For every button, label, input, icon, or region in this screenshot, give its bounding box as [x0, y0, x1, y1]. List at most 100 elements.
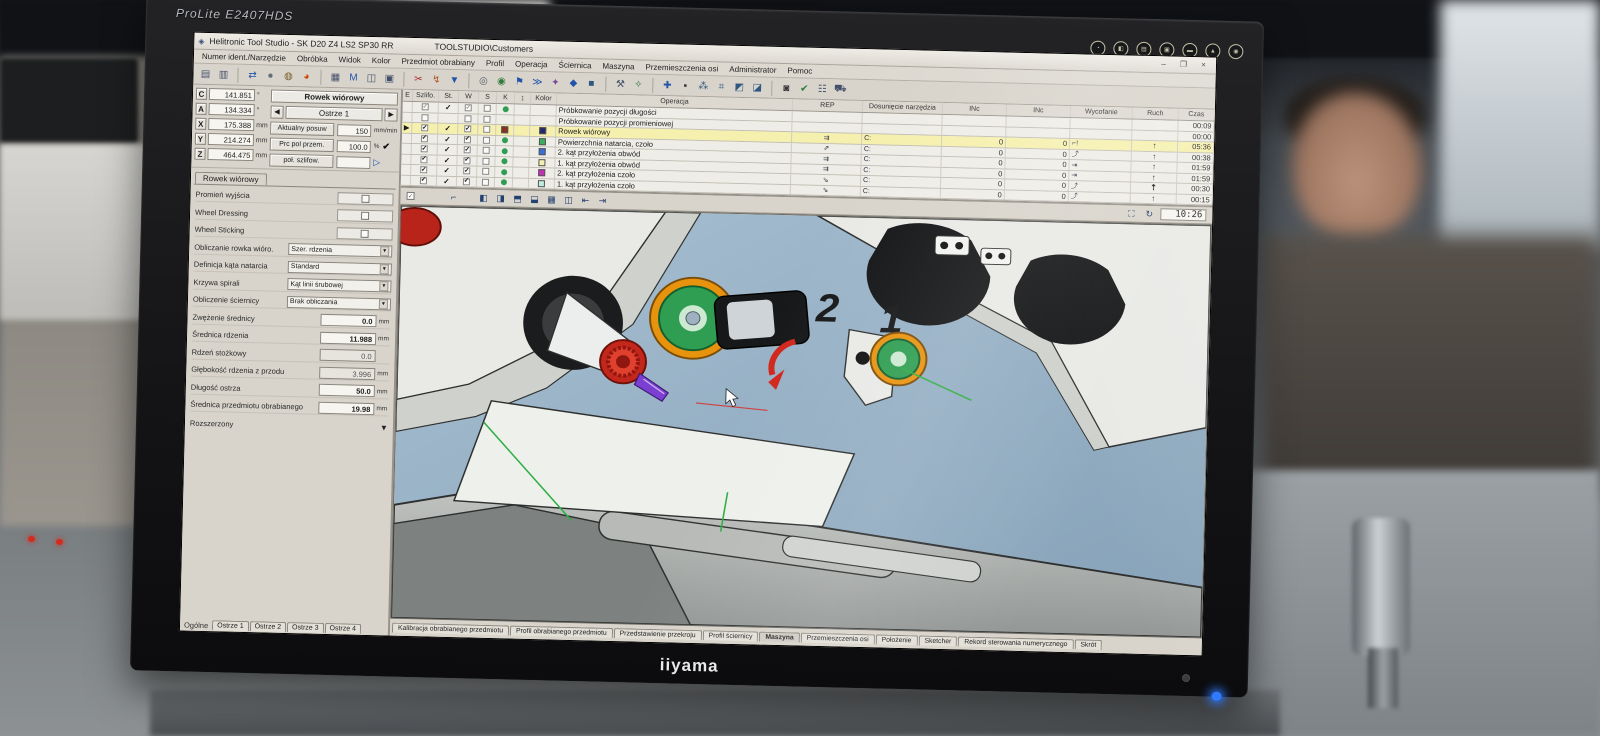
list-icon[interactable]: ☷: [814, 81, 830, 97]
st-check[interactable]: ✓: [444, 124, 451, 133]
machine-icon[interactable]: ⛟: [832, 81, 848, 97]
st-check[interactable]: ✓: [444, 145, 451, 154]
tab-ostrze-2[interactable]: Ostrze 2: [250, 621, 287, 632]
axis-c-value[interactable]: 141.851: [209, 88, 255, 101]
target-icon[interactable]: ◉: [493, 73, 509, 89]
s-checkbox[interactable]: [483, 147, 490, 154]
menu-widok[interactable]: Widok: [339, 55, 361, 65]
chevron-down-icon[interactable]: ▾: [379, 281, 388, 291]
chevron-down-icon[interactable]: ▾: [380, 264, 389, 274]
s-checkbox[interactable]: [483, 126, 490, 133]
wheel-sticking-checkbox[interactable]: [361, 229, 369, 237]
save-icon[interactable]: ▣: [381, 70, 397, 86]
szlifo-checkbox[interactable]: ✓: [421, 145, 428, 152]
inc1-value[interactable]: 0: [941, 167, 1005, 178]
view-split-icon[interactable]: ◫: [561, 193, 575, 206]
axis-y-value[interactable]: 214.274: [208, 133, 254, 146]
menu-pomoc[interactable]: Pomoc: [787, 66, 812, 76]
menu-przemieszczenia[interactable]: Przemieszczenia osi: [645, 63, 718, 74]
check-icon[interactable]: ✔: [796, 80, 812, 96]
operation-color-swatch[interactable]: [538, 180, 545, 187]
refresh-icon[interactable]: ↻: [1142, 207, 1156, 220]
s-checkbox[interactable]: [483, 136, 490, 143]
w-checkbox[interactable]: ✓: [464, 146, 471, 153]
promien-wyjscia-checkbox[interactable]: [361, 194, 369, 202]
current-feed-button[interactable]: Aktualny posuw: [270, 122, 334, 137]
st-check[interactable]: ✓: [445, 103, 452, 112]
w-checkbox[interactable]: ✓: [463, 157, 470, 164]
inc2-value[interactable]: 0: [1006, 148, 1070, 159]
col-k[interactable]: K: [497, 92, 515, 103]
operation-color-swatch[interactable]: [538, 169, 545, 176]
col-e[interactable]: E: [403, 90, 413, 101]
st-check[interactable]: ✓: [444, 156, 451, 165]
print-icon[interactable]: ▦: [327, 69, 343, 85]
axis-z-button[interactable]: Z: [194, 148, 205, 160]
szlifo-checkbox[interactable]: [421, 114, 428, 121]
inc2-value[interactable]: 0: [1005, 179, 1069, 190]
tab-ostrze-1[interactable]: Ostrze 1: [212, 620, 249, 631]
fastforward-icon[interactable]: ≫: [529, 74, 545, 90]
menu-maszyna[interactable]: Maszyna: [602, 62, 634, 72]
operation-color-swatch[interactable]: [538, 159, 545, 166]
s-checkbox[interactable]: [483, 115, 490, 122]
edge-next-button[interactable]: ▶: [384, 108, 397, 121]
spark-icon[interactable]: ↯: [428, 71, 444, 87]
axis-z-value[interactable]: 464.475: [207, 148, 253, 161]
s-checkbox[interactable]: [482, 157, 489, 164]
database-icon[interactable]: ◍: [280, 68, 296, 84]
col-w[interactable]: W: [459, 91, 479, 102]
compass-icon[interactable]: ✧: [630, 76, 646, 92]
open-file-icon[interactable]: ▥: [215, 66, 231, 82]
view-top-icon[interactable]: ⬒: [510, 192, 524, 205]
menu-operacja[interactable]: Operacja: [515, 59, 548, 69]
corner-a-icon[interactable]: ◩: [731, 79, 747, 95]
srednica-przedmiotu-input[interactable]: 19.98: [318, 401, 374, 414]
feed-value-field[interactable]: 150: [337, 124, 371, 137]
krzywa-spirali-select[interactable]: Kąt linii śrubowej▾: [287, 278, 391, 293]
w-checkbox[interactable]: ✓: [464, 136, 471, 143]
chevron-down-icon[interactable]: ▾: [380, 246, 389, 256]
menu-sciernica[interactable]: Ściernica: [558, 61, 591, 71]
inc2-value[interactable]: [1006, 116, 1070, 127]
close-button[interactable]: ×: [1197, 60, 1210, 71]
view-bottom-icon[interactable]: ⬓: [527, 192, 541, 205]
sphere-icon[interactable]: ●: [262, 67, 278, 83]
szlifo-checkbox[interactable]: ✓: [421, 135, 428, 142]
inc1-value[interactable]: 0: [941, 157, 1005, 168]
szlifo-checkbox[interactable]: ✓: [420, 177, 427, 184]
osd-button-7[interactable]: ◉: [1228, 44, 1243, 59]
inc1-value[interactable]: [942, 125, 1006, 136]
inc2-value[interactable]: [1006, 127, 1070, 138]
grind-position-field[interactable]: [336, 156, 370, 169]
chevron-down-icon[interactable]: ▾: [379, 299, 388, 309]
w-checkbox[interactable]: ✓: [464, 125, 471, 132]
szlifo-checkbox[interactable]: ✓: [420, 156, 427, 163]
cut-icon[interactable]: ✂: [410, 71, 426, 87]
col-wycofanie[interactable]: Wycofanie: [1071, 106, 1133, 119]
col-kolor[interactable]: Kolor: [531, 93, 557, 105]
col-szlifo[interactable]: Szlifo.: [413, 90, 439, 102]
w-checkbox[interactable]: ✓: [465, 105, 472, 112]
fit-extent-icon[interactable]: ⇥: [595, 194, 609, 207]
menu-kolor[interactable]: Kolor: [372, 56, 391, 65]
measure-icon[interactable]: M: [345, 69, 361, 85]
col-rep[interactable]: REP: [793, 99, 863, 112]
inc2-value[interactable]: 0: [1006, 137, 1070, 148]
menu-obrobka[interactable]: Obróbka: [297, 54, 328, 64]
szlifo-checkbox[interactable]: ✓: [421, 124, 428, 131]
inc2-value[interactable]: 0: [1005, 169, 1069, 180]
w-checkbox[interactable]: ✓: [463, 178, 470, 185]
w-checkbox[interactable]: ✓: [463, 167, 470, 174]
tab-skrot[interactable]: Skrót: [1074, 639, 1102, 650]
block-icon[interactable]: ■: [583, 75, 599, 91]
axis-a-button[interactable]: A: [196, 103, 207, 115]
s-checkbox[interactable]: [484, 105, 491, 112]
operation-color-swatch[interactable]: [539, 148, 546, 155]
srednica-rdzenia-input[interactable]: 11.988: [320, 331, 376, 344]
inc1-value[interactable]: 0: [942, 136, 1006, 147]
szlifo-checkbox[interactable]: ✓: [420, 166, 427, 173]
tools-icon[interactable]: ⚒: [612, 76, 628, 92]
st-check[interactable]: ✓: [443, 166, 450, 175]
st-check[interactable]: ✓: [443, 177, 450, 186]
